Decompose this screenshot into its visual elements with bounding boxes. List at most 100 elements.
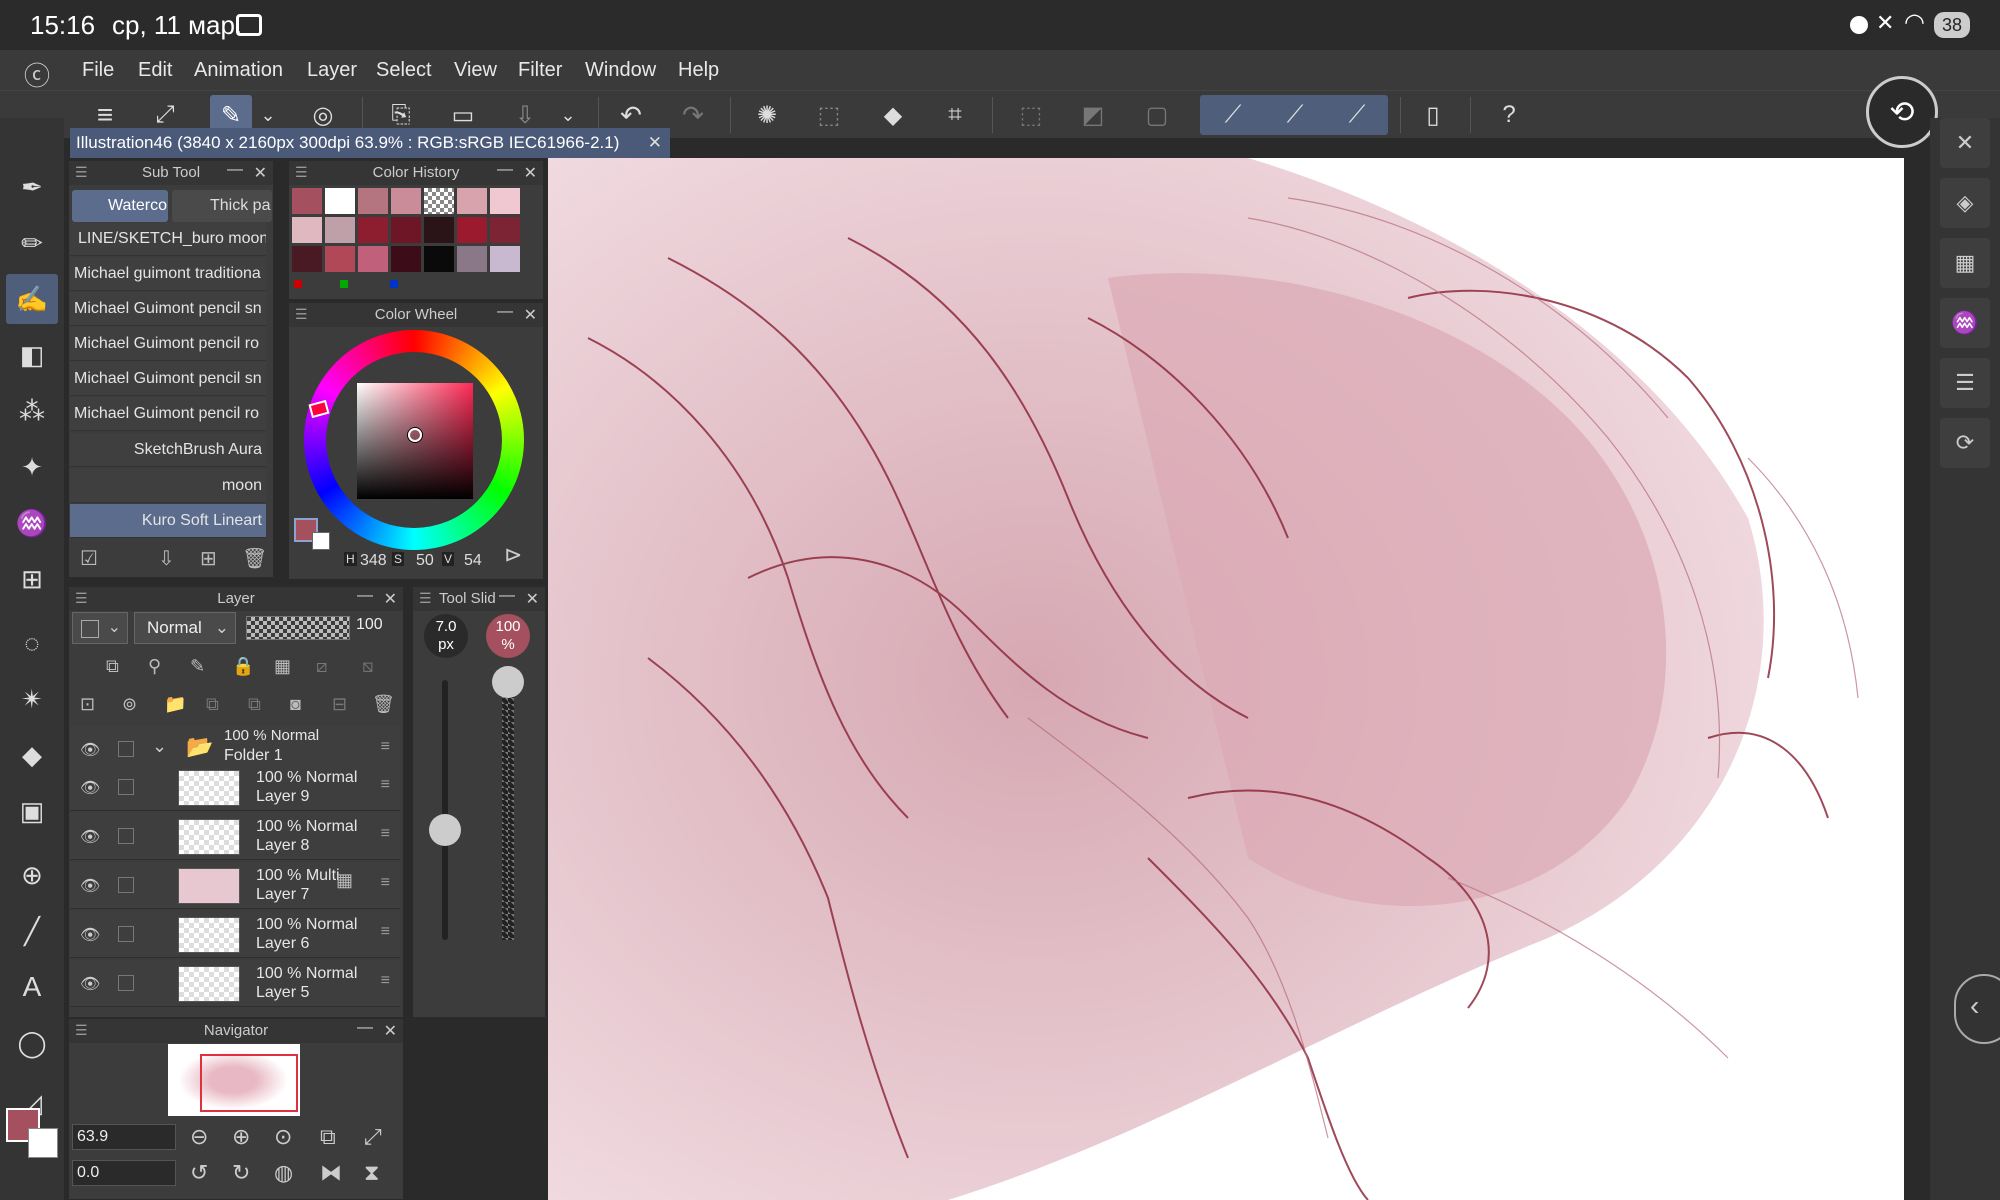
rotate-right-icon[interactable]: ↻ [232,1160,250,1186]
close-icon[interactable]: ✕ [526,589,539,609]
new-folder-icon[interactable]: 📁 [164,694,186,715]
lock-alpha-icon[interactable]: ▦ [274,656,291,677]
line-icon[interactable]: ╱ [6,906,58,956]
layer-property-icon[interactable]: ◈ [1940,178,1990,228]
brush-item[interactable]: Michael guimont traditiona [70,257,266,291]
minimize-icon[interactable]: — [499,587,515,605]
minimize-icon[interactable]: — [497,161,513,179]
material-icon[interactable]: ▦ [1940,238,1990,288]
visibility-eye-icon[interactable]: 👁 [80,827,100,847]
delete-layer-icon[interactable]: 🗑 [372,694,395,715]
pen-icon[interactable]: ✒ [6,162,58,212]
flip-horizontal-icon[interactable]: ⧓ [320,1160,342,1186]
layer-select-checkbox[interactable] [118,975,134,991]
brush-item-selected[interactable]: Kuro Soft Lineart [70,504,266,538]
fit-window-icon[interactable]: ⧉ [320,1124,336,1150]
brush-item[interactable]: LINE/SKETCH_buro moon [70,222,266,256]
menu-view[interactable]: View [454,50,497,90]
sv-cursor[interactable] [408,428,422,442]
rotation-field[interactable]: 0.0 [72,1160,176,1186]
sub-color-chip[interactable] [312,532,330,550]
move-icon[interactable]: ⊕ [6,850,58,900]
actual-size-icon[interactable]: ⊙ [274,1124,292,1150]
menu-layer[interactable]: Layer [307,50,357,90]
device-icon[interactable]: ▯ [1412,95,1454,135]
color-swatch[interactable] [424,217,454,243]
loading-icon[interactable]: ✺ [746,95,788,135]
color-swatch[interactable] [490,188,520,214]
layer-select-checkbox[interactable] [118,877,134,893]
redo-icon[interactable]: ↷ [672,95,714,135]
adjustments-icon[interactable]: ☰ [1940,358,1990,408]
layer-color-button[interactable]: ⌄ [72,612,128,644]
sync-icon[interactable]: ⟳ [1940,418,1990,468]
selection-icon[interactable]: ⬚ [808,95,850,135]
transfer-down-icon[interactable]: ⧉ [206,694,219,715]
brush-item[interactable]: SketchBrush Aura [70,433,266,467]
grip-icon[interactable]: ☰ [75,164,88,181]
size-slider-track[interactable] [442,680,448,940]
brush-icon[interactable]: ✍ [6,274,58,324]
close-icon[interactable]: ✕ [384,589,397,609]
layer-select-checkbox[interactable] [118,741,134,757]
drag-handle-icon[interactable]: ≡ [381,776,390,794]
grip-icon[interactable]: ☰ [295,306,308,323]
drag-handle-icon[interactable]: ≡ [381,923,390,941]
menu-help[interactable]: Help [678,50,719,90]
menu-animation[interactable]: Animation [194,50,283,90]
fill-icon[interactable]: ◆ [872,95,914,135]
new-raster-layer-icon[interactable]: ⊡ [80,694,95,715]
ruler-enable-icon[interactable]: ⧅ [362,656,373,677]
visibility-eye-icon[interactable]: 👁 [80,876,100,896]
sparkle-icon[interactable]: ✦ [6,442,58,492]
opacity-slider-track[interactable] [502,680,514,940]
color-swatch[interactable] [457,217,487,243]
canvas-close-icon[interactable]: ✕ [1940,118,1990,168]
brush-item[interactable]: Michael Guimont pencil sn [70,292,266,326]
transform-icon[interactable]: ⌗ [934,95,976,135]
minimize-icon[interactable]: — [227,161,243,179]
duplicate-icon[interactable]: ⊞ [200,546,217,571]
gradient-icon[interactable]: ▣ [6,786,58,836]
zoom-in-icon[interactable]: ⊕ [232,1124,250,1150]
color-swatch[interactable] [457,246,487,272]
brush-item[interactable]: Michael Guimont pencil ro [70,397,266,431]
opacity-badge[interactable]: 100 % [486,614,530,658]
color-swatch[interactable] [325,188,355,214]
sub-color-swatch[interactable] [28,1128,58,1158]
grip-icon[interactable]: ☰ [75,1022,88,1039]
drag-handle-icon[interactable]: ≡ [381,874,390,892]
zoom-out-icon[interactable]: ⊖ [190,1124,208,1150]
sub-tool-tab-watercolor[interactable]: Waterco [72,190,168,222]
stabilizer-line-icon[interactable]: ⟋ [1336,95,1378,135]
color-swatch[interactable] [490,246,520,272]
visibility-eye-icon[interactable]: 👁 [80,925,100,945]
help-icon[interactable]: ? [1488,95,1530,135]
folder-expand-chevron-icon[interactable]: ⌄ [152,736,167,757]
pencil-icon[interactable]: ✏ [6,218,58,268]
opacity-slider-knob[interactable] [492,666,524,698]
sub-tool-tab-thick-paint[interactable]: Thick pa [172,190,272,222]
navigator-preview[interactable] [168,1044,300,1116]
side-drawer-handle[interactable]: ‹ [1954,974,2000,1044]
close-icon[interactable]: ✕ [524,163,537,183]
brush-size-badge[interactable]: 7.0 px [424,614,468,658]
fit-screen-icon[interactable]: ⤢ [364,1124,382,1150]
crop-icon[interactable]: ▢ [1136,95,1178,135]
color-swatch[interactable] [391,188,421,214]
close-tab-icon[interactable]: ✕ [648,128,662,158]
grip-icon[interactable]: ☰ [295,164,308,181]
color-swatch[interactable] [391,246,421,272]
invert-selection-icon[interactable]: ◩ [1072,95,1114,135]
airbrush-icon[interactable]: ⁂ [6,386,58,436]
screen-rotate-button[interactable]: ⟲ [1866,76,1938,148]
draft-icon[interactable]: ✎ [190,656,205,677]
document-tab[interactable]: Illustration46 (3840 x 2160px 300dpi 63.… [70,128,670,158]
grip-icon[interactable]: ☰ [75,590,88,607]
menu-edit[interactable]: Edit [138,50,172,90]
eraser-icon[interactable]: ◧ [6,330,58,380]
apply-mask-icon[interactable]: ⊟ [332,694,347,715]
menu-select[interactable]: Select [376,50,432,90]
lock-icon[interactable]: 🔒 [232,656,254,677]
clip-icon[interactable]: ⧉ [106,656,119,677]
